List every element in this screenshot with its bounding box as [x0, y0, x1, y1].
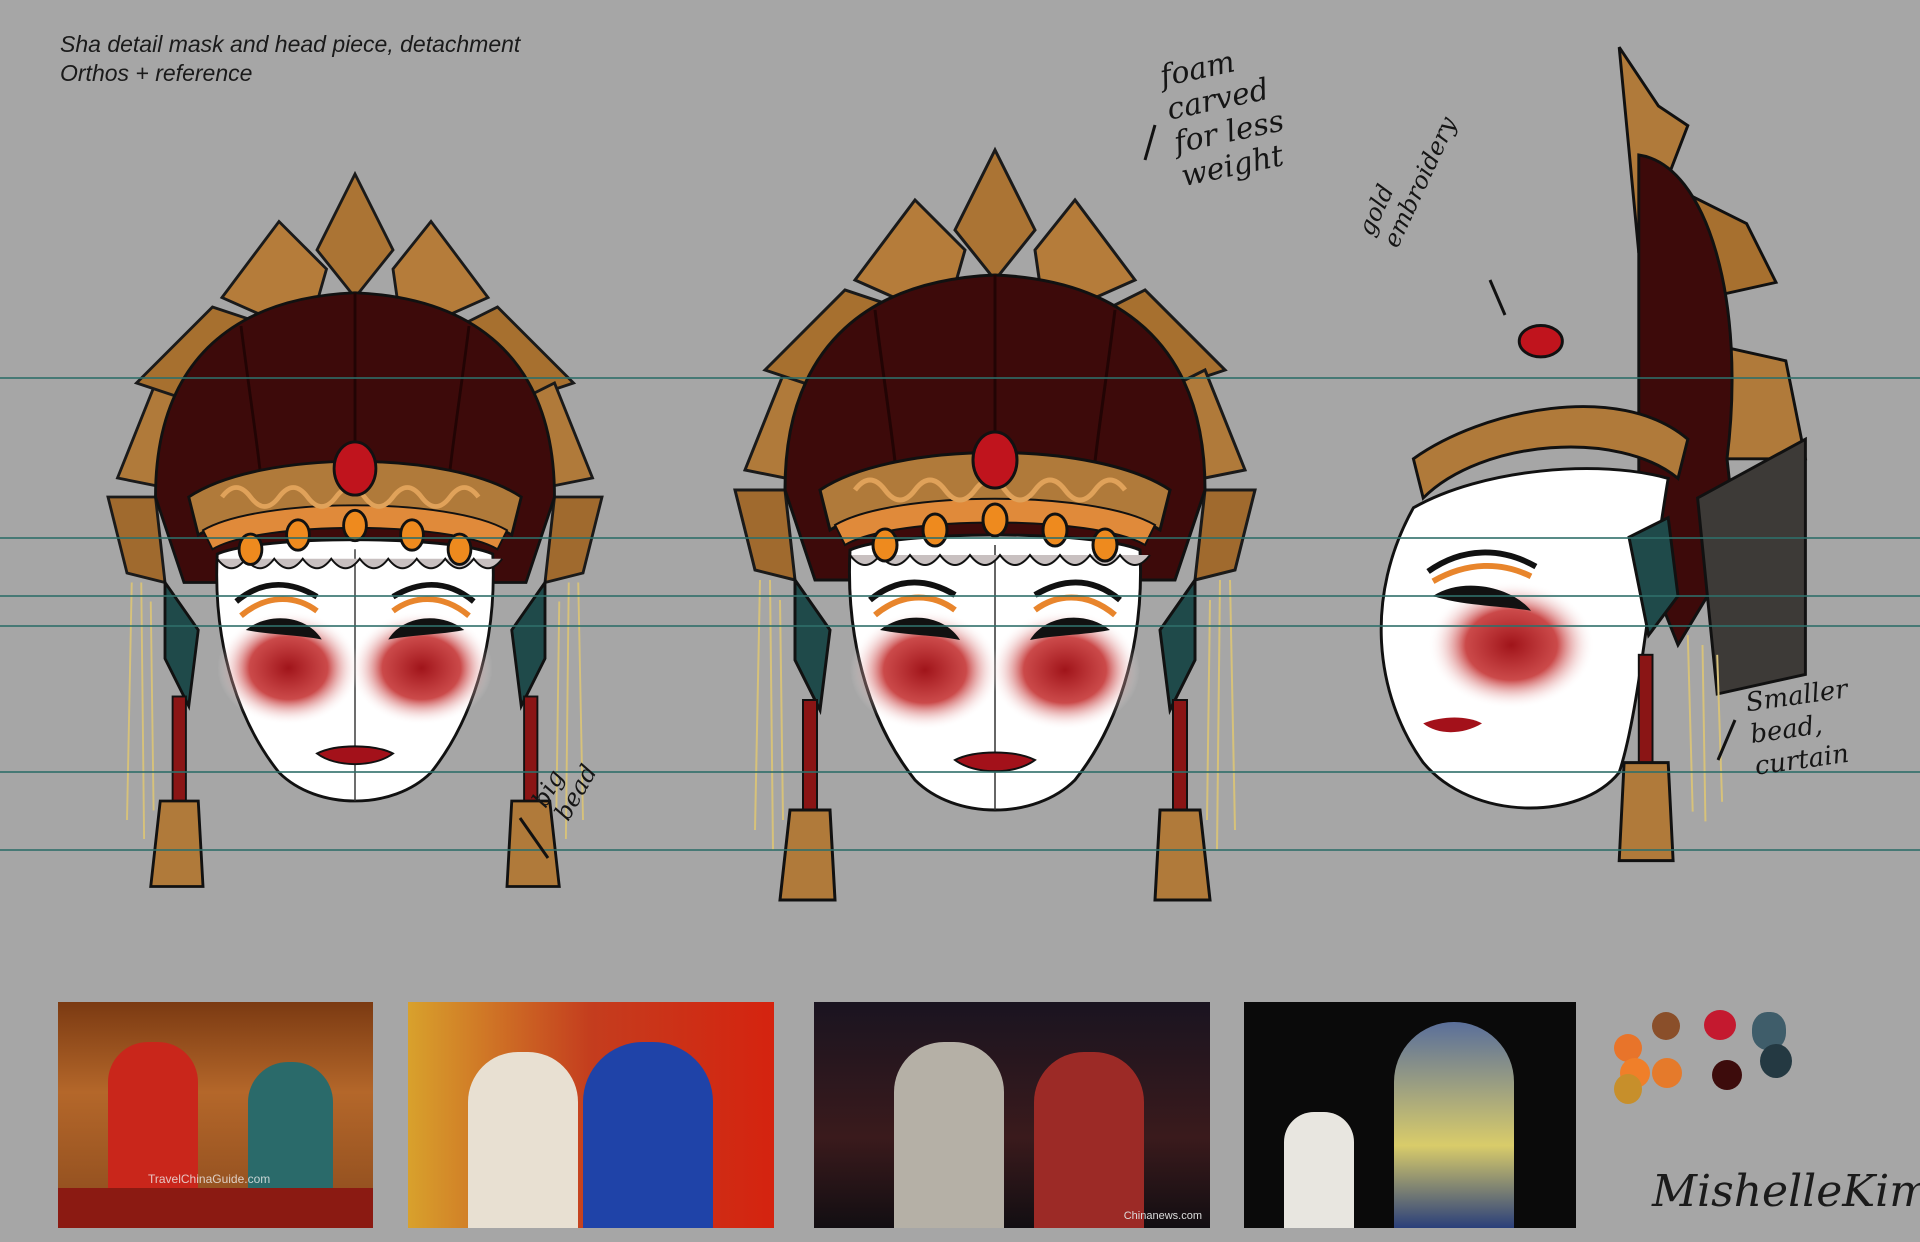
reference-photo-1: TravelChinaGuide.com: [58, 1002, 373, 1228]
mask-orthos-artwork: [0, 46, 1920, 1000]
artist-signature: MishelleKim: [1652, 1166, 1920, 1217]
palette-swatch: [1652, 1012, 1680, 1040]
palette-swatch: [1760, 1044, 1792, 1078]
reference-photo-2: [408, 1002, 774, 1228]
reference-photo-3: Chinanews.com: [814, 1002, 1210, 1228]
palette-swatch: [1704, 1010, 1736, 1040]
reference-1-watermark: TravelChinaGuide.com: [148, 1172, 271, 1186]
mask-front-view: [733, 148, 1257, 900]
note-smaller-bead: Smaller bead, curtain: [1743, 674, 1851, 782]
reference-3-watermark: Chinanews.com: [1123, 1210, 1202, 1222]
mask-side-view: [1379, 46, 1808, 863]
palette-swatch: [1614, 1074, 1642, 1104]
palette-swatch: [1712, 1060, 1742, 1090]
palette-swatch: [1652, 1058, 1682, 1088]
mask-three-quarter-view: [106, 172, 604, 887]
reference-photo-4: [1244, 1002, 1576, 1228]
